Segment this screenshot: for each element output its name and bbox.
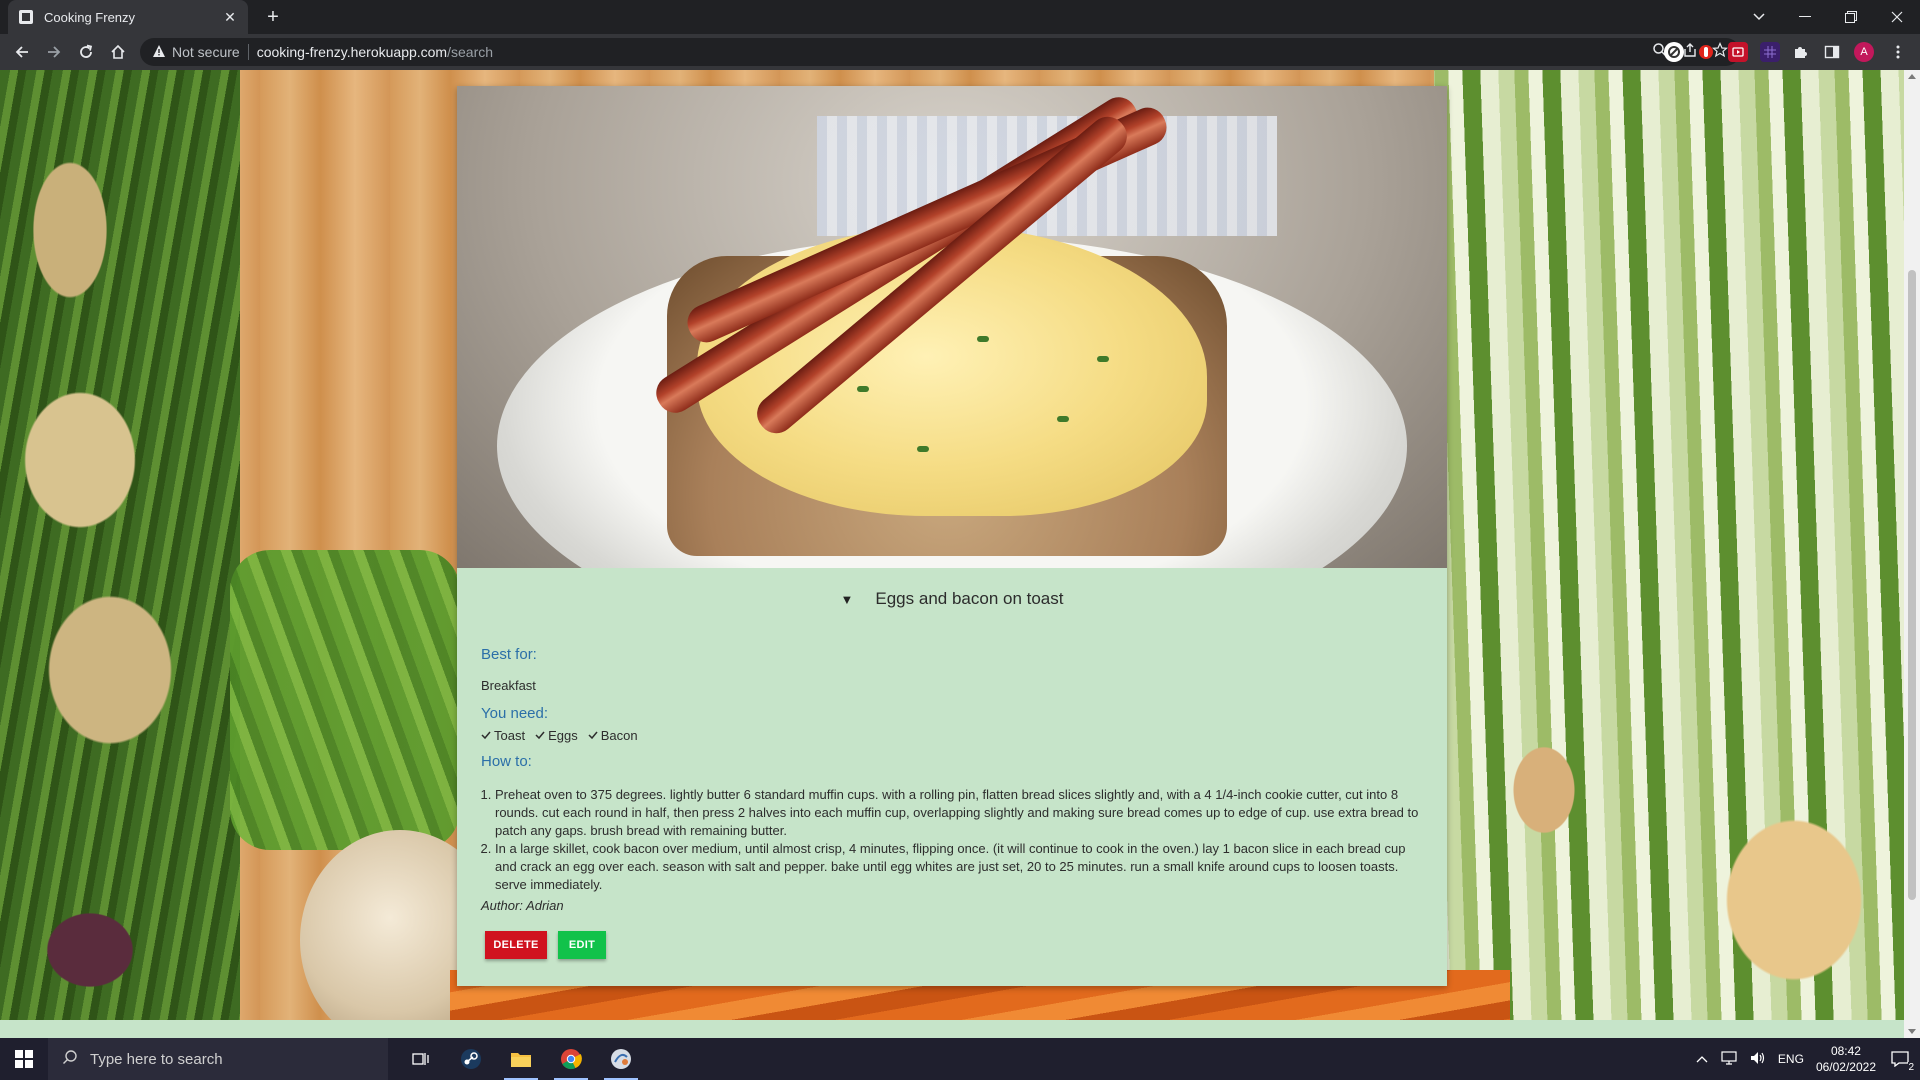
ingredient-item: Eggs (535, 728, 578, 743)
page-viewport: ▼ Eggs and bacon on toast Best for: Brea… (0, 70, 1904, 1038)
best-for-value: Breakfast (481, 678, 536, 693)
ingredient-name: Bacon (600, 728, 638, 743)
task-view-icon[interactable] (396, 1038, 446, 1080)
check-icon (481, 728, 491, 743)
photo-herb (1057, 416, 1069, 422)
network-icon[interactable] (1720, 1050, 1738, 1068)
recipe-title: Eggs and bacon on toast (875, 589, 1064, 608)
windows-start-icon[interactable] (0, 1038, 48, 1080)
instruction-step: In a large skillet, cook bacon over medi… (495, 840, 1426, 894)
extension-blocker-icon[interactable] (1664, 42, 1684, 62)
background-vegetables-left (0, 70, 240, 1038)
recipe-collapsible-header[interactable]: ▼ Eggs and bacon on toast (457, 579, 1447, 619)
site-favicon-icon (18, 9, 34, 25)
edit-button[interactable]: EDIT (558, 931, 606, 959)
scroll-up-icon[interactable] (1908, 74, 1916, 79)
best-for-label: Best for: (481, 646, 537, 663)
side-panel-icon[interactable] (1822, 42, 1842, 62)
page-footer-strip (0, 1020, 1904, 1038)
dev-app-icon[interactable] (596, 1038, 646, 1080)
tab-title: Cooking Frenzy (44, 9, 136, 25)
volume-icon[interactable] (1750, 1051, 1766, 1068)
extension-video-icon[interactable] (1728, 42, 1748, 62)
photo-herb (1097, 356, 1109, 362)
back-icon[interactable] (10, 40, 34, 64)
language-indicator[interactable]: ENG (1778, 1052, 1804, 1066)
photo-herb (977, 336, 989, 342)
recipe-author: Author: Adrian (481, 898, 564, 913)
scrollbar-thumb[interactable] (1908, 270, 1916, 900)
tab-strip: Cooking Frenzy ✕ + (0, 0, 1920, 34)
file-explorer-icon[interactable] (496, 1038, 546, 1080)
close-window-icon[interactable] (1874, 0, 1920, 34)
warning-icon[interactable] (152, 44, 166, 61)
tab-search-icon[interactable] (1736, 0, 1782, 34)
photo-herb (917, 446, 929, 452)
instruction-step: Preheat oven to 375 degrees. lightly but… (495, 786, 1426, 840)
forward-icon[interactable] (42, 40, 66, 64)
check-icon (535, 728, 545, 743)
url-path: /search (447, 44, 494, 60)
taskbar-clock[interactable]: 08:42 06/02/2022 (1816, 1043, 1876, 1075)
chrome-icon[interactable] (546, 1038, 596, 1080)
home-icon[interactable] (106, 40, 130, 64)
check-icon (588, 728, 598, 743)
restore-icon[interactable] (1828, 0, 1874, 34)
clock-date: 06/02/2022 (1815, 1060, 1876, 1074)
background-green-beans (230, 550, 460, 850)
search-icon (62, 1049, 78, 1069)
reload-icon[interactable] (74, 40, 98, 64)
scroll-down-icon[interactable] (1908, 1029, 1916, 1034)
ingredient-item: Bacon (588, 728, 638, 743)
recipe-card: ▼ Eggs and bacon on toast Best for: Brea… (457, 86, 1447, 986)
menu-kebab-icon[interactable] (1888, 42, 1908, 62)
recipe-details: Best for: Breakfast You need: Toast Eggs… (481, 646, 1426, 959)
notification-count-badge: 2 (1908, 1062, 1914, 1073)
how-to-label: How to: (481, 753, 532, 770)
ingredient-name: Toast (494, 728, 526, 743)
caret-down-icon: ▼ (840, 591, 854, 607)
divider (247, 44, 249, 60)
new-tab-icon[interactable]: + (262, 6, 284, 28)
you-need-label: You need: (481, 705, 549, 722)
ingredient-name: Eggs (548, 728, 578, 743)
ingredient-item: Toast (481, 728, 525, 743)
page-scrollbar[interactable] (1904, 70, 1920, 1038)
windows-taskbar: Type here to search ENG 08:42 06/02/2022… (0, 1038, 1920, 1080)
chevron-up-icon[interactable] (1696, 1052, 1708, 1066)
minimize-icon[interactable] (1782, 0, 1828, 34)
address-bar[interactable]: Not secure cooking-frenzy.herokuapp.com … (140, 38, 1740, 66)
photo-herb (857, 386, 869, 392)
profile-avatar[interactable]: A (1854, 42, 1874, 62)
background-leeks (1434, 70, 1904, 1038)
ingredient-list: Toast Eggs Bacon (481, 728, 1426, 743)
delete-button[interactable]: DELETE (485, 931, 547, 959)
recipe-photo (457, 86, 1447, 568)
instruction-list: Preheat oven to 375 degrees. lightly but… (481, 786, 1426, 894)
notification-center-icon[interactable]: 2 (1888, 1047, 1914, 1073)
recipe-actions: DELETE EDIT (481, 931, 1426, 959)
clock-time: 08:42 (1830, 1044, 1861, 1058)
extension-red-icon[interactable] (1696, 42, 1716, 62)
url-host: cooking-frenzy.herokuapp.com (256, 44, 448, 60)
browser-toolbar: Not secure cooking-frenzy.herokuapp.com … (0, 34, 1920, 70)
extensions-puzzle-icon[interactable] (1790, 42, 1810, 62)
extension-grid-icon[interactable] (1760, 42, 1780, 62)
security-label[interactable]: Not secure (172, 44, 240, 60)
taskbar-search-box[interactable]: Type here to search (48, 1038, 388, 1080)
close-tab-icon[interactable]: ✕ (222, 9, 238, 25)
system-tray: ENG 08:42 06/02/2022 2 (1696, 1038, 1920, 1080)
steam-icon[interactable] (446, 1038, 496, 1080)
taskbar-search-placeholder: Type here to search (90, 1050, 223, 1068)
browser-tab[interactable]: Cooking Frenzy ✕ (8, 0, 248, 34)
